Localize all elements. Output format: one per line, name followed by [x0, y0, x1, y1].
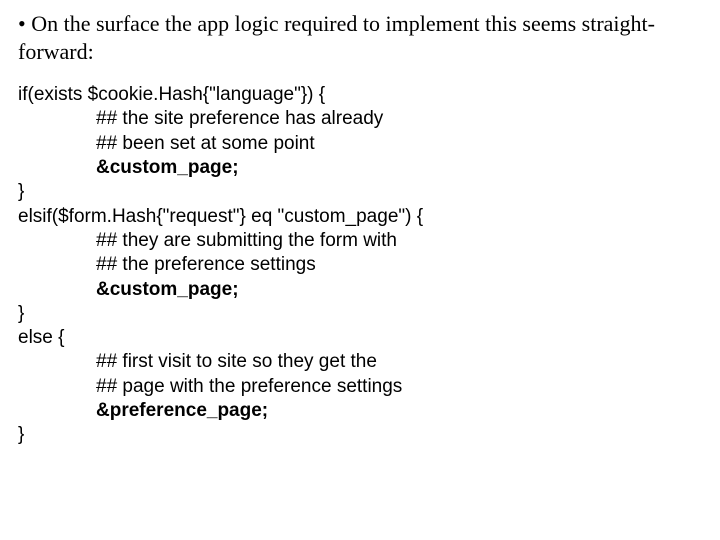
code-call: &preference_page;	[18, 399, 702, 423]
code-comment: ## they are submitting the form with	[18, 229, 702, 253]
code-line: if(exists $cookie.Hash{"language"}) {	[18, 83, 702, 107]
code-line: }	[18, 302, 702, 326]
code-comment: ## page with the preference settings	[18, 375, 702, 399]
code-call: &custom_page;	[18, 156, 702, 180]
code-block: if(exists $cookie.Hash{"language"}) { ##…	[18, 83, 702, 448]
code-comment: ## the preference settings	[18, 253, 702, 277]
code-line: elsif($form.Hash{"request"} eq "custom_p…	[18, 205, 702, 229]
bullet-text: • On the surface the app logic required …	[18, 10, 702, 65]
code-comment: ## the site preference has already	[18, 107, 702, 131]
code-line: }	[18, 423, 702, 447]
code-comment: ## been set at some point	[18, 132, 702, 156]
code-line: else {	[18, 326, 702, 350]
code-call: &custom_page;	[18, 278, 702, 302]
code-comment: ## first visit to site so they get the	[18, 350, 702, 374]
code-line: }	[18, 180, 702, 204]
